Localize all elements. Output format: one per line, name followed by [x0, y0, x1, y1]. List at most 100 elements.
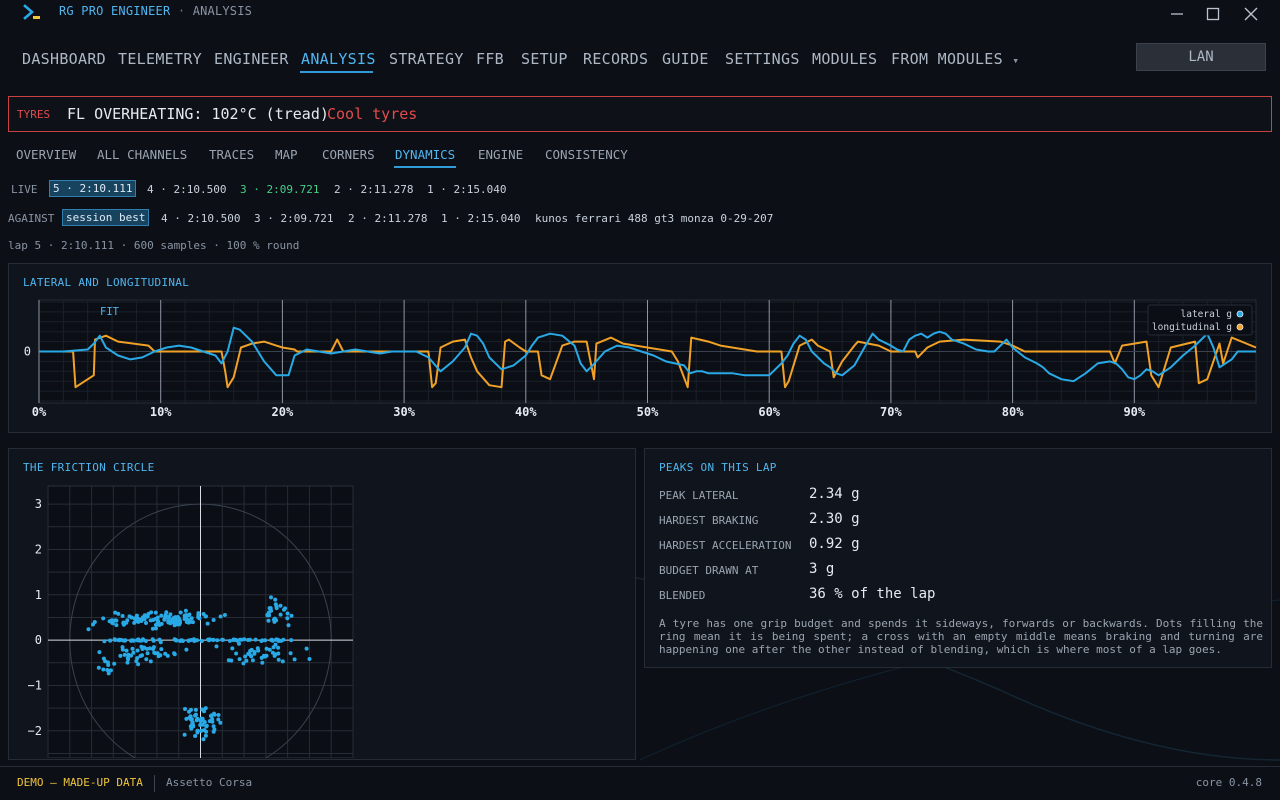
peak-value: 36 % of the lap [809, 586, 936, 602]
nav-item-from-modules[interactable]: FROM MODULES ▾ [891, 50, 1019, 68]
nav-item-guide[interactable]: GUIDE [662, 50, 709, 68]
tab-overview[interactable]: OVERVIEW [16, 147, 76, 162]
trace-x-tick: 50% [637, 405, 659, 419]
fc-point [204, 614, 208, 619]
fc-point [274, 637, 279, 642]
against-chip-session-best[interactable]: session best [62, 209, 150, 226]
tab-traces[interactable]: TRACES [209, 147, 254, 162]
title-bar: RG PRO ENGINEER · ANALYSIS [0, 0, 1280, 28]
against-chip[interactable]: 3 · 2:09.721 [254, 212, 333, 225]
fc-point [158, 640, 163, 645]
fc-point [215, 638, 220, 643]
fc-point [268, 606, 273, 611]
terminal-prompt-icon [23, 4, 40, 20]
nav-item-strategy[interactable]: STRATEGY [389, 50, 464, 68]
peak-label: PEAK LATERAL [659, 489, 739, 502]
fc-point [199, 728, 204, 733]
tab-map[interactable]: MAP [275, 147, 298, 162]
fc-point [101, 616, 106, 621]
fc-point [285, 616, 290, 621]
fc-y-tick: −2 [28, 724, 42, 738]
nav-item-from-modules-label: FROM MODULES [891, 50, 1003, 68]
fc-point [114, 623, 119, 628]
fc-y-tick: 1 [35, 588, 42, 602]
demo-badge: DEMO — MADE-UP DATA [17, 776, 143, 789]
peak-value: 2.30 g [809, 511, 860, 527]
subnav-active-underline [394, 166, 456, 168]
nav-item-analysis[interactable]: ANALYSIS [301, 50, 376, 68]
fc-point [208, 714, 213, 718]
fc-point [193, 712, 198, 717]
live-lap-chip[interactable]: 4 · 2:10.500 [147, 183, 226, 196]
tab-corners[interactable]: CORNERS [322, 147, 375, 162]
live-lap-chip[interactable]: 2 · 2:11.278 [334, 183, 413, 196]
fc-point [184, 647, 189, 652]
fc-point [151, 638, 156, 643]
against-chip[interactable]: 4 · 2:10.500 [161, 212, 240, 225]
live-lap-chip-best[interactable]: 3 · 2:09.721 [240, 183, 319, 196]
fc-point [129, 615, 134, 620]
against-chip-reference[interactable]: kunos ferrari 488 gt3 monza 0-29-207 [535, 212, 773, 225]
nav-item-setup[interactable]: SETUP [521, 50, 568, 68]
peaks-panel: PEAKS ON THIS LAP PEAK LATERAL 2.34 g HA… [644, 448, 1272, 668]
fc-point [278, 603, 283, 608]
fc-point [199, 639, 204, 643]
main-nav: DASHBOARD TELEMETRY ENGINEER ANALYSIS ST… [0, 40, 1280, 80]
fc-point [177, 622, 182, 627]
fc-point [165, 653, 170, 658]
tab-engine[interactable]: ENGINE [478, 147, 523, 162]
peak-label: BUDGET DRAWN AT [659, 564, 759, 577]
fc-point [141, 645, 146, 650]
fc-point [125, 618, 130, 623]
maximize-icon [1206, 7, 1220, 21]
fc-point [253, 637, 258, 642]
fc-point [283, 606, 288, 611]
live-lap-chip[interactable]: 5 · 2:10.111 [49, 180, 137, 197]
fc-point [174, 618, 179, 623]
nav-item-engineer[interactable]: ENGINEER [214, 50, 289, 68]
fc-point [289, 638, 294, 643]
fc-point [276, 657, 281, 662]
nav-item-settings[interactable]: SETTINGS [725, 50, 800, 68]
fc-point [199, 718, 204, 723]
fc-point [269, 595, 273, 600]
fc-point [86, 627, 91, 632]
peak-value: 2.34 g [809, 486, 860, 502]
fc-point [195, 730, 200, 735]
fc-point [186, 613, 191, 618]
fc-point [159, 647, 164, 652]
fc-point [239, 637, 244, 642]
fc-point [260, 660, 265, 665]
minimize-button[interactable] [1164, 3, 1190, 25]
trace-x-tick: 20% [272, 405, 294, 419]
close-button[interactable] [1238, 3, 1264, 25]
fc-point [267, 647, 272, 652]
fc-point [151, 647, 156, 651]
fc-point [201, 737, 206, 742]
nav-item-telemetry[interactable]: TELEMETRY [118, 50, 202, 68]
nav-item-ffb[interactable]: FFB [476, 50, 504, 68]
tab-dynamics[interactable]: DYNAMICS [395, 147, 455, 162]
fc-point [288, 651, 293, 656]
fc-point [121, 621, 126, 626]
nav-item-modules[interactable]: MODULES [812, 50, 877, 68]
fc-point [250, 658, 255, 663]
maximize-button[interactable] [1200, 3, 1226, 25]
fc-point [118, 653, 123, 658]
fc-point [112, 661, 117, 666]
trace-legend: lateral g longitudinal g [1147, 304, 1253, 336]
nav-item-dashboard[interactable]: DASHBOARD [22, 50, 106, 68]
nav-item-records[interactable]: RECORDS [583, 50, 648, 68]
tab-consistency[interactable]: CONSISTENCY [545, 147, 628, 162]
against-chip[interactable]: 2 · 2:11.278 [348, 212, 427, 225]
live-lap-chip[interactable]: 1 · 2:15.040 [427, 183, 506, 196]
close-icon [1244, 7, 1258, 21]
fc-point [187, 709, 191, 714]
fc-point [267, 610, 271, 615]
fc-point [211, 618, 216, 622]
fc-point [193, 707, 198, 712]
lan-button[interactable]: LAN [1136, 43, 1266, 71]
tab-all-channels[interactable]: ALL CHANNELS [97, 147, 187, 162]
minimize-icon [1171, 13, 1183, 15]
against-chip[interactable]: 1 · 2:15.040 [441, 212, 520, 225]
